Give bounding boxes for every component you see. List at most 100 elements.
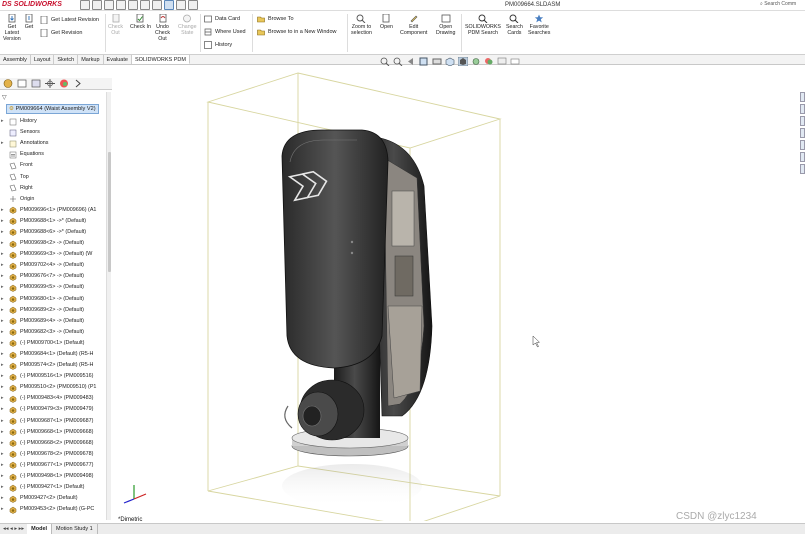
solidworks-logo[interactable]: DS SOLIDWORKS [2,1,62,8]
tree-item[interactable]: ▸ PM009676<7> -> (Default) [0,271,112,282]
previous-view-icon[interactable] [406,57,416,66]
expand-arrow-icon[interactable]: ▸ [1,205,4,216]
waist-assembly-model[interactable] [281,129,433,457]
tree-item[interactable]: ▸ (-) PM009483<4> (PM009483) [0,393,112,404]
expand-arrow-icon[interactable]: ▸ [1,360,4,371]
expand-panel-arrow-icon[interactable] [73,79,83,88]
get-latest-revision-button[interactable]: Get Latest Revision [40,16,99,24]
tree-item[interactable]: ▸ (-) PM009498<1> (PM009498) [0,471,112,482]
expand-arrow-icon[interactable]: ▸ [1,282,4,293]
tab-solidworks-pdm[interactable]: SOLIDWORKS PDM [131,55,190,64]
feature-manager-tab-icon[interactable] [3,79,13,88]
dimxpert-manager-tab-icon[interactable] [45,79,55,88]
options-gear-icon[interactable] [188,0,198,10]
tree-item[interactable]: ▸ (-) PM009700<1> (Default) [0,338,112,349]
tree-item[interactable]: Equations [0,149,112,160]
tree-item[interactable]: ▸ (-) PM009678<2> (PM009678) [0,449,112,460]
expand-arrow-icon[interactable]: ▸ [1,116,4,127]
save-icon[interactable] [116,0,126,10]
favorite-searches-button[interactable]: Favorite Searches [528,14,550,36]
new-document-icon[interactable] [92,0,102,10]
expand-arrow-icon[interactable]: ▸ [1,438,4,449]
expand-arrow-icon[interactable]: ▸ [1,382,4,393]
tree-item[interactable]: ▸ Annotations [0,138,112,149]
expand-arrow-icon[interactable]: ▸ [1,504,4,515]
expand-arrow-icon[interactable]: ▸ [1,271,4,282]
expand-arrow-icon[interactable]: ▸ [1,216,4,227]
search-cards-button[interactable]: Search Cards [506,14,523,36]
tree-item[interactable]: ▸ PM009698<2> -> (Default) [0,238,112,249]
filter-icon[interactable]: ▽ [2,94,7,101]
task-pane-appearances-tab[interactable] [800,140,805,150]
tree-scrollbar[interactable] [106,92,111,520]
check-out-button[interactable]: Check Out [108,14,123,36]
tab-markup[interactable]: Markup [78,55,104,64]
tab-sketch[interactable]: Sketch [54,55,79,64]
task-pane-custom-properties-tab[interactable] [800,152,805,162]
tree-item[interactable]: ▸ PM009688<6> ->* (Default) [0,227,112,238]
display-manager-tab-icon[interactable] [59,79,69,88]
get-revision-button[interactable]: Get Revision [40,29,83,37]
rebuild-icon[interactable] [176,0,186,10]
undo-icon[interactable] [140,0,150,10]
expand-arrow-icon[interactable]: ▸ [1,393,4,404]
tree-item[interactable]: Top [0,171,112,182]
redo-icon[interactable] [152,0,162,10]
history-button[interactable]: History [204,41,232,49]
tree-item[interactable]: ▸ PM009684<1> (Default) (R5-H [0,349,112,360]
tree-item[interactable]: ▸ PM009689<2> -> (Default) [0,305,112,316]
view-orientation-icon[interactable] [445,57,455,66]
expand-arrow-icon[interactable]: ▸ [1,338,4,349]
expand-arrow-icon[interactable]: ▸ [1,227,4,238]
section-view-icon[interactable] [419,57,429,66]
apply-scene-icon[interactable] [497,57,507,66]
where-used-button[interactable]: Where Used [204,28,246,36]
expand-arrow-icon[interactable]: ▸ [1,427,4,438]
get-button[interactable]: Get [24,14,34,30]
tab-assembly[interactable]: Assembly [0,55,31,64]
zoom-to-selection-button[interactable]: Zoom to selection [351,14,372,36]
tree-item[interactable]: ▸ (-) PM009516<1> (PM009516) [0,371,112,382]
search-commands-input[interactable]: ⌕ Search Comm [760,1,805,9]
expand-arrow-icon[interactable]: ▸ [1,327,4,338]
task-pane-resources-tab[interactable] [800,92,805,102]
configuration-manager-tab-icon[interactable] [31,79,41,88]
expand-arrow-icon[interactable]: ▸ [1,249,4,260]
tree-item[interactable]: Right [0,183,112,194]
expand-arrow-icon[interactable]: ▸ [1,305,4,316]
tree-item[interactable]: ▸ PM009696<1> (PM009696) (A1 [0,205,112,216]
expand-arrow-icon[interactable]: ▸ [1,471,4,482]
expand-arrow-icon[interactable]: ▸ [1,371,4,382]
change-state-button[interactable]: Change State [178,14,197,36]
expand-arrow-icon[interactable]: ▸ [1,260,4,271]
open-folder-icon[interactable] [104,0,114,10]
expand-arrow-icon[interactable]: ▸ [1,294,4,305]
view-settings-icon[interactable] [510,57,520,66]
tree-item[interactable]: ▸ PM009427<2> (Default) [0,493,112,504]
undo-check-out-button[interactable]: Undo Check Out [155,14,170,42]
task-pane-file-explorer-tab[interactable] [800,116,805,126]
tree-item[interactable]: ▸ PM009453<2> (Default) (G-PC [0,504,112,515]
open-button[interactable]: Open [380,14,393,30]
pdm-search-button[interactable]: SOLIDWORKS PDM Search [465,14,501,36]
expand-arrow-icon[interactable]: ▸ [1,482,4,493]
tree-item[interactable]: ▸ (-) PM009479<3> (PM009479) [0,404,112,415]
tab-model[interactable]: Model [27,524,53,534]
tree-root-assembly[interactable]: ⚙ PM009664 (Waist Assembly V2) [6,104,99,114]
scrollbar-thumb[interactable] [108,152,111,272]
task-pane-pdm-tab[interactable] [800,164,805,174]
expand-arrow-icon[interactable]: ▸ [1,416,4,427]
select-pointer-icon[interactable] [164,0,174,10]
expand-arrow-icon[interactable]: ▸ [1,493,4,504]
tree-item[interactable]: ▸ (-) PM009668<1> (PM009668) [0,427,112,438]
check-in-button[interactable]: Check In [130,14,151,30]
tree-item[interactable]: ▸ PM009574<2> (Default) (R5-H [0,360,112,371]
edit-appearance-icon[interactable] [484,57,494,66]
edit-component-button[interactable]: Edit Component [400,14,427,36]
property-manager-tab-icon[interactable] [17,79,27,88]
tree-item[interactable]: ▸ History [0,116,112,127]
tree-item[interactable]: ▸ PM009699<5> -> (Default) [0,282,112,293]
browse-to-button[interactable]: Browse To [257,15,294,23]
tab-evaluate[interactable]: Evaluate [104,55,132,64]
tree-item[interactable]: ▸ PM009510<2> (PM009510) (P1 [0,382,112,393]
